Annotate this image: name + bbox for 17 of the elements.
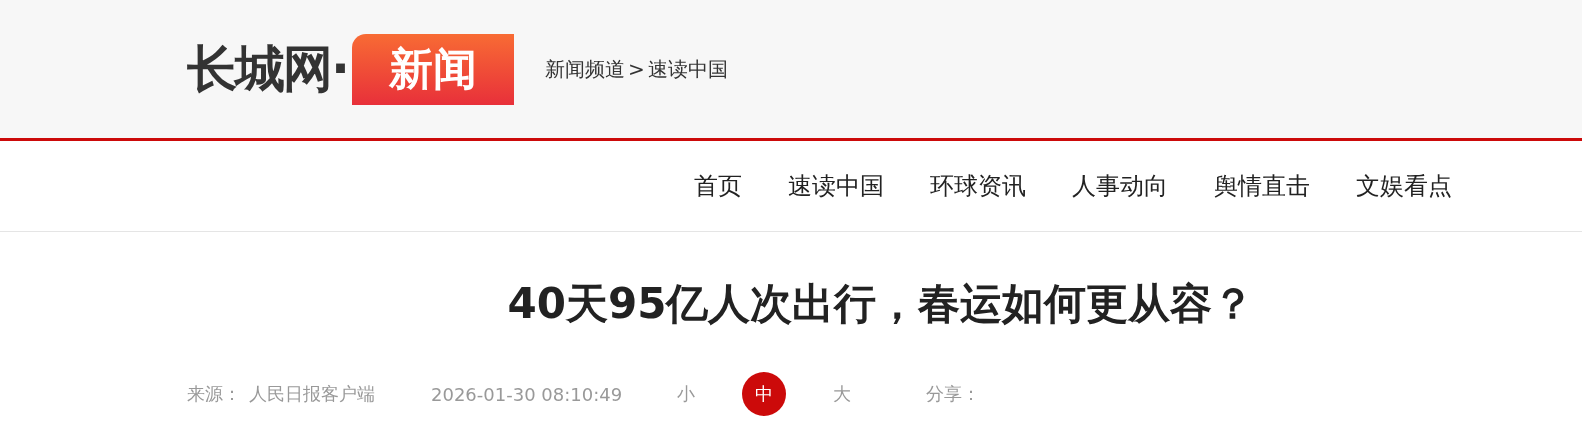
breadcrumb-separator: > (628, 57, 645, 81)
nav-link[interactable]: 速读中国 (788, 170, 884, 202)
site-logo[interactable]: 长城网· (187, 35, 348, 103)
source-label: 来源： (187, 382, 241, 406)
nav-link[interactable]: 舆情直击 (1214, 170, 1310, 202)
font-size-option[interactable]: 中 (742, 372, 787, 416)
article-title: 40天95亿人次出行，春运如何更从容？ (506, 278, 1256, 330)
nav-link[interactable]: 首页 (694, 170, 742, 202)
share-label: 分享： (926, 382, 981, 406)
publish-date: 2026-01-30 08:10:49 (431, 383, 623, 405)
channel-badge: 新闻 (352, 33, 514, 105)
breadcrumb-link[interactable]: 速读中国 (647, 55, 728, 83)
nav-link[interactable]: 环球资讯 (930, 170, 1026, 202)
nav-link[interactable]: 文娱看点 (1356, 170, 1452, 202)
breadcrumb-link[interactable]: 新闻频道 (545, 55, 625, 83)
source-name: 人民日报客户端 (249, 382, 375, 406)
nav-link[interactable]: 人事动向 (1072, 170, 1168, 202)
